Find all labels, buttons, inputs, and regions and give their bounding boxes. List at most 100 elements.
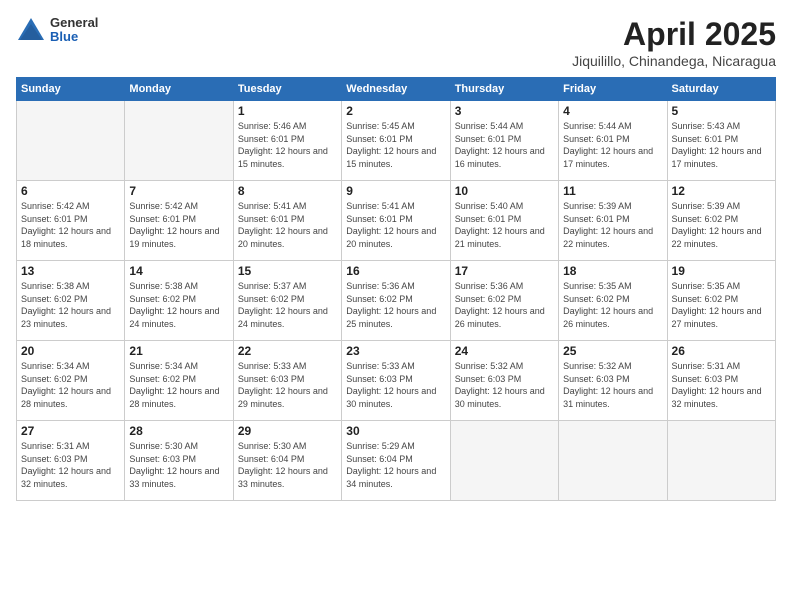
calendar-body: 1 Sunrise: 5:46 AMSunset: 6:01 PMDaylight… — [17, 101, 776, 501]
day-detail: Sunrise: 5:42 AMSunset: 6:01 PMDaylight:… — [21, 200, 120, 250]
calendar-cell: 5 Sunrise: 5:43 AMSunset: 6:01 PMDaylight… — [667, 101, 775, 181]
calendar-cell: 20Sunrise: 5:34 AMSunset: 6:02 PMDayligh… — [17, 341, 125, 421]
day-number: 6 — [21, 184, 120, 198]
calendar-cell: 8Sunrise: 5:41 AMSunset: 6:01 PMDaylight… — [233, 181, 341, 261]
calendar-cell: 9 Sunrise: 5:41 AMSunset: 6:01 PMDaylight… — [342, 181, 450, 261]
calendar-cell: 12 Sunrise: 5:39 AMSunset: 6:02 PMDayligh… — [667, 181, 775, 261]
day-detail: Sunrise: 5:44 AMSunset: 6:01 PMDaylight:… — [563, 120, 662, 170]
day-number: 10 — [455, 184, 554, 198]
day-detail: Sunrise: 5:39 AMSunset: 6:02 PMDaylight:… — [672, 200, 771, 250]
day-number: 24 — [455, 344, 554, 358]
calendar-cell: 11 Sunrise: 5:39 AMSunset: 6:01 PMDayligh… — [559, 181, 667, 261]
location: Jiquilillo, Chinandega, Nicaragua — [572, 53, 776, 69]
day-number: 13 — [21, 264, 120, 278]
day-detail: Sunrise: 5:31 AMSunset: 6:03 PMDaylight:… — [21, 440, 120, 490]
calendar-cell: 28 Sunrise: 5:30 AMSunset: 6:03 PMDayligh… — [125, 421, 233, 501]
day-detail: Sunrise: 5:30 AMSunset: 6:04 PMDaylight:… — [238, 440, 337, 490]
calendar-cell — [559, 421, 667, 501]
weekday-header: Wednesday — [342, 78, 450, 101]
day-detail: Sunrise: 5:41 AMSunset: 6:01 PMDaylight:… — [346, 200, 445, 250]
weekday-header: Thursday — [450, 78, 558, 101]
day-number: 9 — [346, 184, 445, 198]
day-number: 15 — [238, 264, 337, 278]
day-detail: Sunrise: 5:30 AMSunset: 6:03 PMDaylight:… — [129, 440, 228, 490]
calendar-cell: 30 Sunrise: 5:29 AMSunset: 6:04 PMDayligh… — [342, 421, 450, 501]
day-number: 23 — [346, 344, 445, 358]
calendar-cell: 4Sunrise: 5:44 AMSunset: 6:01 PMDaylight… — [559, 101, 667, 181]
day-number: 25 — [563, 344, 662, 358]
calendar-cell: 3Sunrise: 5:44 AMSunset: 6:01 PMDaylight… — [450, 101, 558, 181]
day-detail: Sunrise: 5:33 AMSunset: 6:03 PMDaylight:… — [346, 360, 445, 410]
day-number: 29 — [238, 424, 337, 438]
calendar-cell — [450, 421, 558, 501]
calendar-cell: 19Sunrise: 5:35 AMSunset: 6:02 PMDayligh… — [667, 261, 775, 341]
day-detail: Sunrise: 5:31 AMSunset: 6:03 PMDaylight:… — [672, 360, 771, 410]
logo-blue: Blue — [50, 30, 98, 44]
day-detail: Sunrise: 5:46 AMSunset: 6:01 PMDaylight:… — [238, 120, 337, 170]
day-number: 22 — [238, 344, 337, 358]
weekday-header: Sunday — [17, 78, 125, 101]
calendar-header: SundayMondayTuesdayWednesdayThursdayFrid… — [17, 78, 776, 101]
day-number: 7 — [129, 184, 228, 198]
day-number: 12 — [672, 184, 771, 198]
day-detail: Sunrise: 5:43 AMSunset: 6:01 PMDaylight:… — [672, 120, 771, 170]
day-number: 28 — [129, 424, 228, 438]
calendar-cell: 24Sunrise: 5:32 AMSunset: 6:03 PMDayligh… — [450, 341, 558, 421]
day-detail: Sunrise: 5:39 AMSunset: 6:01 PMDaylight:… — [563, 200, 662, 250]
calendar-cell: 2 Sunrise: 5:45 AMSunset: 6:01 PMDaylight… — [342, 101, 450, 181]
day-detail: Sunrise: 5:35 AMSunset: 6:02 PMDaylight:… — [563, 280, 662, 330]
calendar-cell: 10 Sunrise: 5:40 AMSunset: 6:01 PMDayligh… — [450, 181, 558, 261]
day-detail: Sunrise: 5:37 AMSunset: 6:02 PMDaylight:… — [238, 280, 337, 330]
day-number: 14 — [129, 264, 228, 278]
day-number: 2 — [346, 104, 445, 118]
calendar-cell: 17 Sunrise: 5:36 AMSunset: 6:02 PMDayligh… — [450, 261, 558, 341]
calendar-table: SundayMondayTuesdayWednesdayThursdayFrid… — [16, 77, 776, 501]
day-number: 17 — [455, 264, 554, 278]
calendar-cell: 21 Sunrise: 5:34 AMSunset: 6:02 PMDayligh… — [125, 341, 233, 421]
calendar-cell: 22Sunrise: 5:33 AMSunset: 6:03 PMDayligh… — [233, 341, 341, 421]
calendar-cell: 26Sunrise: 5:31 AMSunset: 6:03 PMDayligh… — [667, 341, 775, 421]
day-number: 5 — [672, 104, 771, 118]
page-header: General Blue April 2025 Jiquilillo, Chin… — [16, 16, 776, 69]
day-number: 21 — [129, 344, 228, 358]
day-detail: Sunrise: 5:38 AMSunset: 6:02 PMDaylight:… — [21, 280, 120, 330]
day-detail: Sunrise: 5:34 AMSunset: 6:02 PMDaylight:… — [21, 360, 120, 410]
day-number: 27 — [21, 424, 120, 438]
day-detail: Sunrise: 5:45 AMSunset: 6:01 PMDaylight:… — [346, 120, 445, 170]
calendar-week-row: 1 Sunrise: 5:46 AMSunset: 6:01 PMDaylight… — [17, 101, 776, 181]
day-detail: Sunrise: 5:38 AMSunset: 6:02 PMDaylight:… — [129, 280, 228, 330]
calendar-cell: 13 Sunrise: 5:38 AMSunset: 6:02 PMDayligh… — [17, 261, 125, 341]
day-detail: Sunrise: 5:32 AMSunset: 6:03 PMDaylight:… — [563, 360, 662, 410]
day-number: 11 — [563, 184, 662, 198]
calendar-cell — [125, 101, 233, 181]
day-detail: Sunrise: 5:42 AMSunset: 6:01 PMDaylight:… — [129, 200, 228, 250]
calendar-week-row: 13 Sunrise: 5:38 AMSunset: 6:02 PMDayligh… — [17, 261, 776, 341]
month-title: April 2025 — [572, 16, 776, 53]
day-number: 16 — [346, 264, 445, 278]
calendar-cell: 7 Sunrise: 5:42 AMSunset: 6:01 PMDaylight… — [125, 181, 233, 261]
day-number: 1 — [238, 104, 337, 118]
calendar-cell: 1 Sunrise: 5:46 AMSunset: 6:01 PMDaylight… — [233, 101, 341, 181]
day-number: 30 — [346, 424, 445, 438]
weekday-header: Saturday — [667, 78, 775, 101]
day-detail: Sunrise: 5:40 AMSunset: 6:01 PMDaylight:… — [455, 200, 554, 250]
logo-icon — [16, 16, 46, 44]
calendar-cell — [667, 421, 775, 501]
logo: General Blue — [16, 16, 98, 45]
header-row: SundayMondayTuesdayWednesdayThursdayFrid… — [17, 78, 776, 101]
weekday-header: Monday — [125, 78, 233, 101]
calendar-cell: 6 Sunrise: 5:42 AMSunset: 6:01 PMDaylight… — [17, 181, 125, 261]
calendar-cell: 25 Sunrise: 5:32 AMSunset: 6:03 PMDayligh… — [559, 341, 667, 421]
day-number: 3 — [455, 104, 554, 118]
calendar-week-row: 6 Sunrise: 5:42 AMSunset: 6:01 PMDaylight… — [17, 181, 776, 261]
calendar-cell: 29 Sunrise: 5:30 AMSunset: 6:04 PMDayligh… — [233, 421, 341, 501]
calendar-cell: 23 Sunrise: 5:33 AMSunset: 6:03 PMDayligh… — [342, 341, 450, 421]
day-detail: Sunrise: 5:34 AMSunset: 6:02 PMDaylight:… — [129, 360, 228, 410]
calendar-cell: 16Sunrise: 5:36 AMSunset: 6:02 PMDayligh… — [342, 261, 450, 341]
day-detail: Sunrise: 5:29 AMSunset: 6:04 PMDaylight:… — [346, 440, 445, 490]
calendar-week-row: 20Sunrise: 5:34 AMSunset: 6:02 PMDayligh… — [17, 341, 776, 421]
calendar-cell: 18Sunrise: 5:35 AMSunset: 6:02 PMDayligh… — [559, 261, 667, 341]
day-number: 19 — [672, 264, 771, 278]
logo-general: General — [50, 16, 98, 30]
day-detail: Sunrise: 5:36 AMSunset: 6:02 PMDaylight:… — [455, 280, 554, 330]
